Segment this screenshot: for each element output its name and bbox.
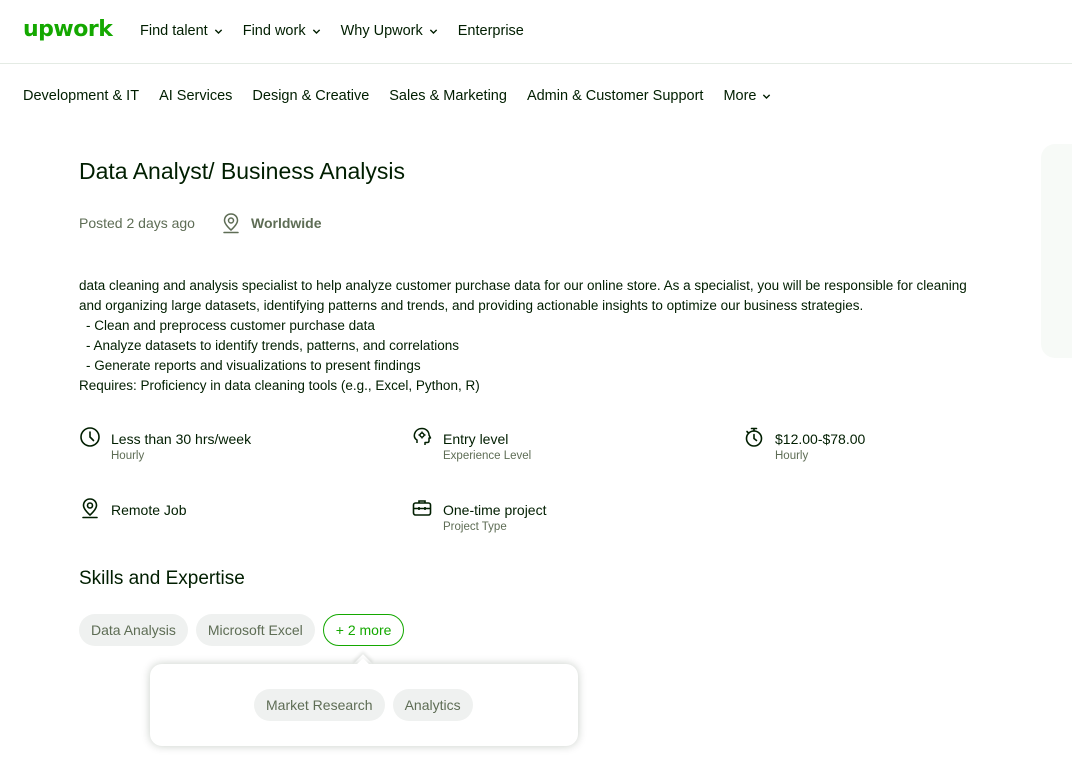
description-line: Requires: Proficiency in data cleaning t… [79,378,480,393]
clock-icon [79,426,101,448]
nav-find-talent[interactable]: Find talent [140,21,223,41]
stopwatch-icon [743,426,765,448]
job-meta: Posted 2 days ago Worldwide [79,212,322,234]
feature-hours: Less than 30 hrs/week Hourly [79,426,251,464]
gear-brain-icon [411,426,433,448]
feature-remote: Remote Job [79,497,186,519]
feature-project-type: One-time project Project Type [411,497,546,535]
top-header: upwork Find talent Find work Why Upwork … [0,0,1072,64]
category-ai-services[interactable]: AI Services [159,86,232,106]
nav-enterprise[interactable]: Enterprise [458,21,524,41]
skill-chip[interactable]: Analytics [392,689,473,721]
feature-subtitle: Project Type [443,521,507,533]
feature-subtitle: Hourly [111,450,145,462]
feature-title: Remote Job [111,502,187,518]
job-description: data cleaning and analysis specialist to… [79,276,1009,396]
description-line: - Generate reports and visualizations to… [86,358,421,373]
category-admin-support[interactable]: Admin & Customer Support [527,86,704,106]
category-nav: Development & IT AI Services Design & Cr… [23,86,791,106]
nav-label: Why Upwork [340,23,423,39]
chevron-down-icon [762,92,771,101]
job-title: Data Analyst/ Business Analysis [79,158,405,184]
location-pin-icon [79,497,101,519]
location-pin-icon [221,212,241,234]
more-skills-button[interactable]: + 2 more [322,614,405,646]
feature-rate: $12.00-$78.00 Hourly [743,426,865,464]
feature-experience: Entry level Experience Level [411,426,531,464]
feature-title: Entry level [443,431,509,447]
description-line: - Clean and preprocess customer purchase… [86,318,375,333]
nav-why-upwork[interactable]: Why Upwork [341,21,438,41]
side-panel-edge [1041,144,1072,358]
feature-title: Less than 30 hrs/week [111,431,252,447]
nav-label: Find talent [140,23,208,39]
nav-label: Find work [242,23,306,39]
posted-date: Posted 2 days ago [79,215,195,231]
feature-subtitle: Hourly [775,450,809,462]
main-nav: Find talent Find work Why Upwork Enterpr… [140,21,544,41]
more-label: More [723,88,757,104]
feature-subtitle: Experience Level [443,450,532,462]
skill-chip[interactable]: Data Analysis [79,614,188,646]
popover-chip-list: Market Research Analytics [254,689,481,721]
description-line: - Analyze datasets to identify trends, p… [86,338,459,353]
upwork-logo[interactable]: upwork [23,17,113,42]
skill-chip[interactable]: Market Research [254,689,385,721]
briefcase-icon [411,497,433,519]
nav-label: Enterprise [457,23,524,39]
job-page: upwork Find talent Find work Why Upwork … [0,0,1072,769]
chevron-down-icon [312,27,321,36]
category-development-it[interactable]: Development & IT [23,86,139,106]
chevron-down-icon [429,27,438,36]
category-design-creative[interactable]: Design & Creative [252,86,369,106]
description-line: data cleaning and analysis specialist to… [79,278,967,293]
feature-title: $12.00-$78.00 [775,431,866,447]
nav-find-work[interactable]: Find work [243,21,321,41]
skills-heading: Skills and Expertise [79,568,245,589]
chevron-down-icon [214,27,223,36]
skills-chips: Data Analysis Microsoft Excel + 2 more [79,614,412,646]
job-location: Worldwide [250,215,322,231]
description-line: and organizing large datasets, identifyi… [79,298,864,313]
skill-chip[interactable]: Microsoft Excel [195,614,315,646]
feature-title: One-time project [443,502,547,518]
category-more[interactable]: More [723,86,771,106]
category-sales-marketing[interactable]: Sales & Marketing [389,86,507,106]
